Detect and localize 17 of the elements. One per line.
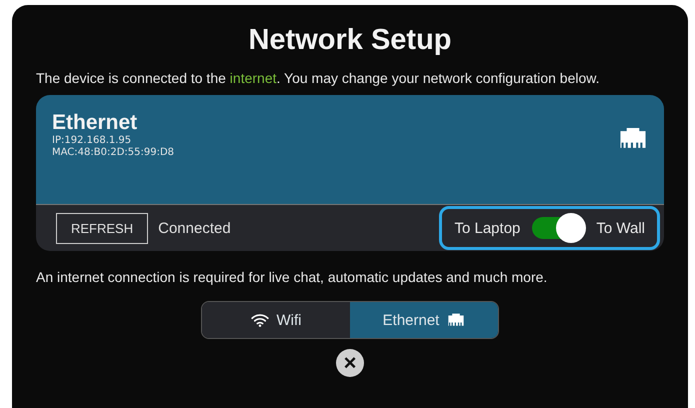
wifi-icon	[250, 313, 268, 327]
connection-name: Ethernet	[52, 111, 138, 135]
switch-label: To Laptop	[454, 220, 520, 236]
info-text: An internet connection is required for live chat, automatic updates and much more.	[36, 269, 548, 285]
switch-label: To Wall	[596, 220, 645, 236]
ethernet-port-icon	[618, 127, 648, 150]
intro-text: The device is connected to the internet. You may change your network configuration below.	[36, 69, 600, 87]
internet-link[interactable]: internet	[230, 70, 276, 86]
network-tab[interactable]: Ethernet	[350, 302, 498, 338]
dialog-title: Network Setup	[248, 23, 452, 57]
mac-address: MAC:48:B0:2D:55:99:D8	[52, 147, 176, 159]
ip-address: IP:192.168.1.95	[52, 135, 132, 147]
connection-status: Connected	[158, 220, 231, 236]
network-tab[interactable]: Wifi	[202, 302, 350, 338]
close-button[interactable]: ×	[336, 349, 364, 377]
ethernet-port-icon	[447, 313, 466, 327]
refresh-button[interactable]: REFRESH	[56, 212, 148, 244]
